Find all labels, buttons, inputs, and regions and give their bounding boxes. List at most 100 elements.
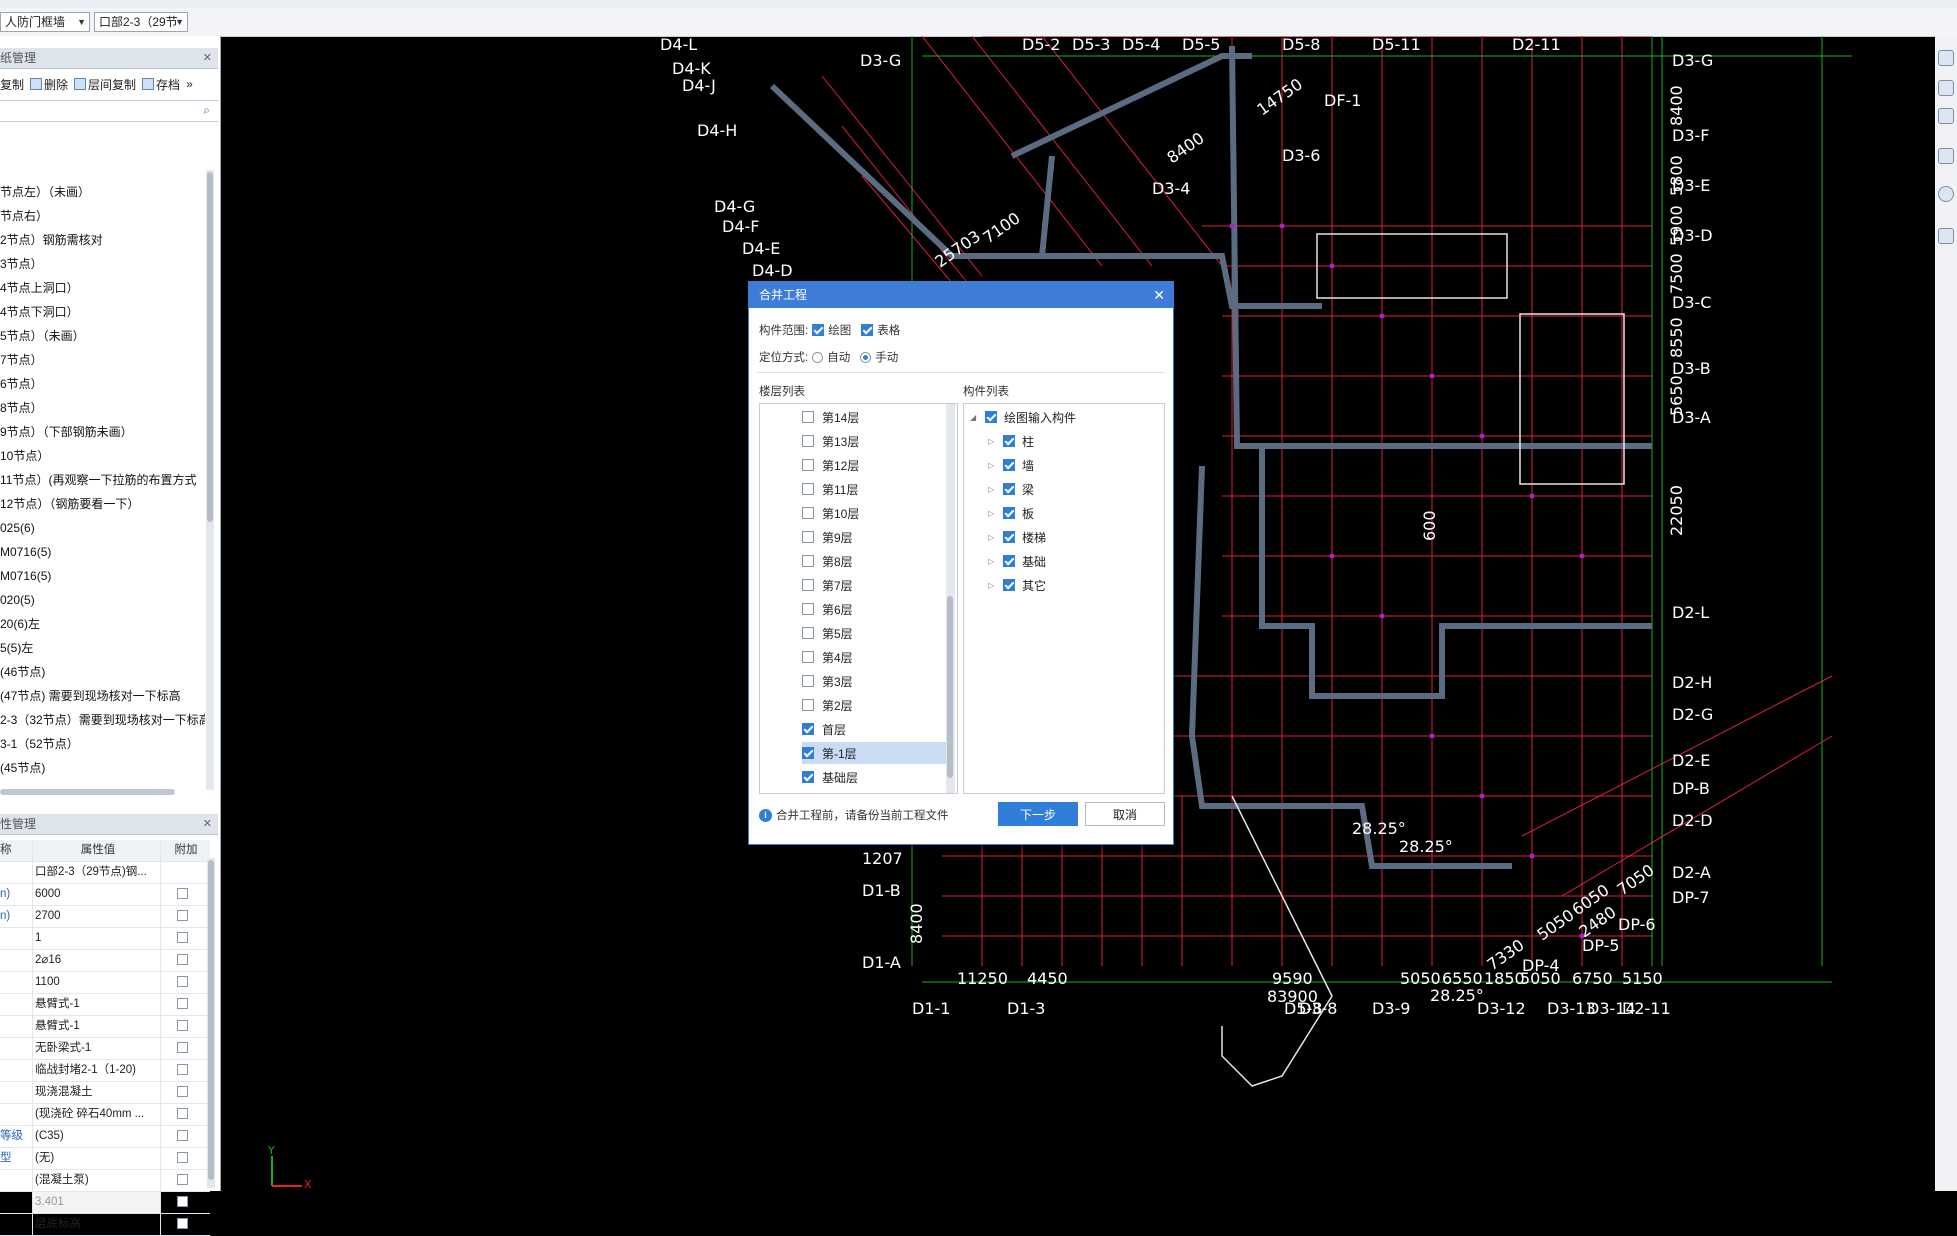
extra-checkbox[interactable] (177, 1086, 188, 1097)
extra-checkbox[interactable] (177, 954, 188, 965)
property-value[interactable]: (无) (32, 1148, 161, 1169)
floor-item[interactable]: 第-1层 (802, 742, 952, 764)
list-item[interactable]: 3节点） (0, 252, 205, 276)
list-item[interactable]: 5节点）（未画） (0, 324, 205, 348)
next-button[interactable]: 下一步 (998, 802, 1078, 826)
component-checkbox[interactable] (1003, 579, 1015, 591)
floor-checkbox[interactable] (802, 483, 814, 495)
floor-checkbox[interactable] (802, 579, 814, 591)
property-value[interactable]: 2⌀16 (32, 950, 161, 971)
floor-item[interactable]: 第3层 (802, 670, 952, 692)
floor-item[interactable]: 第6层 (802, 598, 952, 620)
floor-item[interactable]: 第14层 (802, 406, 952, 428)
list-item[interactable]: 3-1（52节点） (0, 732, 205, 756)
list-item[interactable]: 025(6) (0, 516, 205, 540)
delete-button[interactable]: 删除 (30, 76, 68, 93)
component-name-combo[interactable]: 口部2-3（29节 ▼ (94, 12, 188, 32)
list-item[interactable]: (45节点) (0, 756, 205, 780)
table-row[interactable]: 3.401 (0, 1192, 210, 1214)
expand-icon[interactable]: ▷ (988, 437, 996, 446)
extra-checkbox[interactable] (177, 976, 188, 987)
floor-checkbox[interactable] (802, 651, 814, 663)
table-row[interactable]: 悬臂式-1 (0, 1016, 210, 1038)
table-row[interactable]: (现浇砼 碎石40mm ... (0, 1104, 210, 1126)
property-value[interactable]: (现浇砼 碎石40mm ... (32, 1104, 161, 1125)
component-type-combo[interactable]: 人防门框墙 ▼ (0, 12, 90, 32)
property-value[interactable]: 1100 (32, 972, 161, 993)
list-item[interactable]: 4节点下洞口） (0, 300, 205, 324)
expand-icon[interactable]: ▷ (988, 557, 996, 566)
property-value[interactable]: 口部2-3（29节点)钢... (32, 862, 161, 883)
floor-checkbox[interactable] (802, 459, 814, 471)
table-row[interactable]: 无卧梁式-1 (0, 1038, 210, 1060)
component-item[interactable]: ▷ 基础 (988, 550, 1046, 572)
rotate-icon[interactable] (1938, 186, 1954, 202)
component-item[interactable]: ▷ 其它 (988, 574, 1046, 596)
extra-checkbox[interactable] (177, 1174, 188, 1185)
component-item[interactable]: ▷ 墙 (988, 454, 1034, 476)
component-checkbox[interactable] (1003, 459, 1015, 471)
expand-icon[interactable]: ▷ (988, 509, 996, 518)
list-scrollbar[interactable] (206, 170, 214, 790)
list-item[interactable]: 10节点） (0, 444, 205, 468)
extra-checkbox[interactable] (177, 1108, 188, 1119)
list-item[interactable]: 020(5) (0, 588, 205, 612)
scope-table-checkbox[interactable] (861, 324, 874, 336)
list-scrollbar-thumb[interactable] (207, 172, 213, 522)
extra-checkbox[interactable] (177, 1130, 188, 1141)
extra-checkbox[interactable] (177, 932, 188, 943)
position-manual-radio[interactable] (860, 351, 872, 363)
table-row[interactable]: 临战封堵2-1（1-20) (0, 1060, 210, 1082)
property-value[interactable]: 6000 (32, 884, 161, 905)
property-value[interactable]: 1 (32, 928, 161, 949)
extra-checkbox[interactable] (177, 1196, 188, 1207)
scope-drawing-checkbox[interactable] (812, 324, 825, 336)
floor-checkbox[interactable] (802, 531, 814, 543)
list-item[interactable]: 2节点）钢筋需核对 (0, 228, 205, 252)
property-value[interactable]: 悬臂式-1 (32, 994, 161, 1015)
floor-item[interactable]: 第2层 (802, 694, 952, 716)
component-checkbox[interactable] (1003, 555, 1015, 567)
extra-checkbox[interactable] (177, 888, 188, 899)
floor-checkbox[interactable] (802, 675, 814, 687)
component-item[interactable]: ▷ 板 (988, 502, 1034, 524)
list-item[interactable]: 9节点）（下部钢筋未画） (0, 420, 205, 444)
table-row[interactable]: 口部2-3（29节点)钢... (0, 862, 210, 884)
expand-icon[interactable]: ▷ (988, 533, 996, 542)
extra-checkbox[interactable] (177, 1152, 188, 1163)
table-row[interactable]: n) 2700 (0, 906, 210, 928)
more-icon[interactable]: » (186, 77, 193, 91)
property-value[interactable]: (混凝土泵) (32, 1170, 161, 1191)
extra-checkbox[interactable] (177, 1064, 188, 1075)
view-top-icon[interactable] (1938, 108, 1954, 124)
extra-checkbox[interactable] (177, 1020, 188, 1031)
floor-copy-button[interactable]: 层间复制 (74, 76, 136, 93)
floor-item[interactable]: 第11层 (802, 478, 952, 500)
floor-checkbox[interactable] (802, 747, 814, 759)
list-item[interactable]: 节点左）（未画） (0, 180, 205, 204)
copy-button[interactable]: 复制 (0, 76, 24, 93)
floor-checkbox[interactable] (802, 699, 814, 711)
extra-checkbox[interactable] (177, 998, 188, 1009)
property-value[interactable]: 悬臂式-1 (32, 1016, 161, 1037)
property-value[interactable]: (C35) (32, 1126, 161, 1147)
floor-item[interactable]: 第7层 (802, 574, 952, 596)
component-checkbox[interactable] (1003, 435, 1015, 447)
property-value[interactable]: 临战封堵2-1（1-20) (32, 1060, 161, 1081)
component-root-checkbox[interactable] (985, 411, 997, 423)
list-item[interactable]: (47节点) 需要到现场核对一下标高 (0, 684, 205, 708)
table-row[interactable]: 层底标高 (0, 1214, 210, 1236)
list-item[interactable]: 12节点）（钢筋要看一下） (0, 492, 205, 516)
list-item[interactable]: 20(6)左 (0, 612, 205, 636)
table-row[interactable]: 1100 (0, 972, 210, 994)
floor-item[interactable]: 第8层 (802, 550, 952, 572)
floor-checkbox[interactable] (802, 555, 814, 567)
table-row[interactable]: 等级 (C35) (0, 1126, 210, 1148)
property-value[interactable]: 2700 (32, 906, 161, 927)
floor-checkbox[interactable] (802, 627, 814, 639)
search-input[interactable]: ⌕ (0, 100, 218, 122)
list-item[interactable]: 6节点） (0, 372, 205, 396)
floor-checkbox[interactable] (802, 603, 814, 615)
property-scrollbar[interactable] (207, 858, 215, 1188)
table-row[interactable]: n) 6000 (0, 884, 210, 906)
